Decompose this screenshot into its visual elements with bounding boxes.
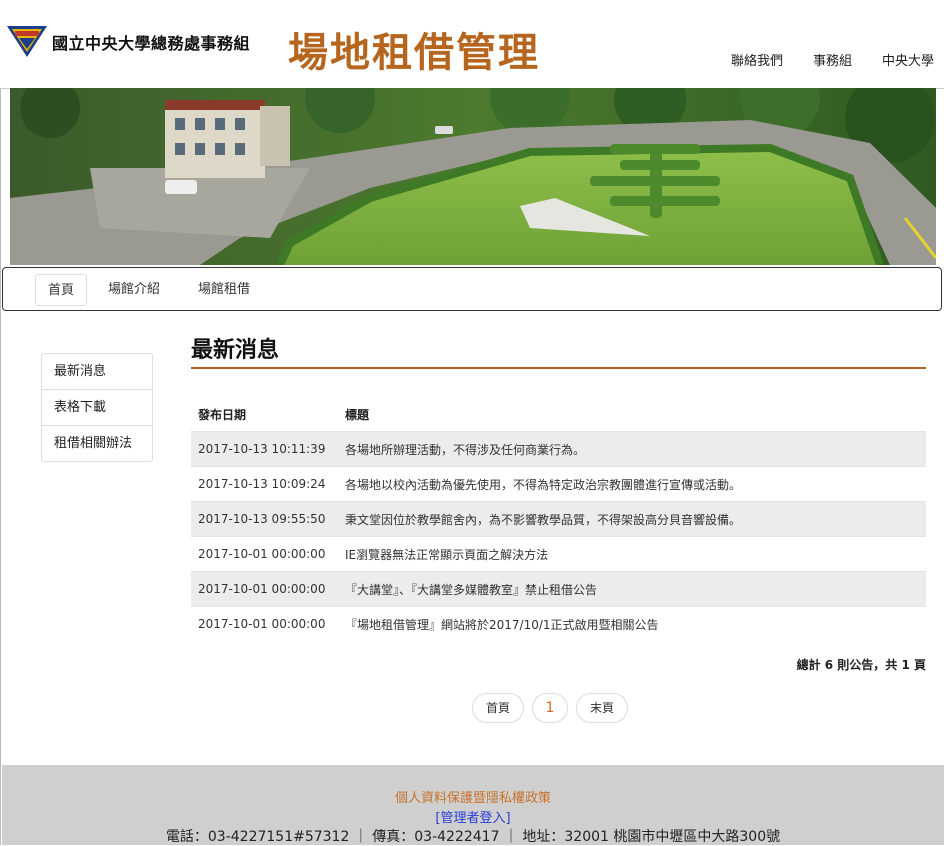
campus-banner-image: [10, 88, 936, 265]
table-row[interactable]: 2017-10-13 10:09:24 各場地以校內活動為優先使用，不得為特定政…: [191, 466, 926, 502]
row-date: 2017-10-13 09:55:50: [191, 501, 345, 537]
nav-venue-rental[interactable]: 場館租借: [198, 274, 250, 306]
privacy-policy-link[interactable]: 個人資料保護暨隱私權政策: [2, 787, 944, 806]
site-title[interactable]: 場地租借管理: [288, 33, 540, 73]
row-date: 2017-10-13 10:09:24: [191, 466, 345, 502]
page-1-button[interactable]: 1: [532, 693, 569, 723]
nav-home[interactable]: 首頁: [35, 274, 88, 306]
row-date: 2017-10-13 10:11:39: [191, 431, 345, 467]
sidebar-item-rental-rules[interactable]: 租借相關辦法: [42, 426, 152, 461]
ncu-link[interactable]: 中央大學: [882, 50, 934, 69]
row-title-link[interactable]: 各場地所辦理活動，不得涉及任何商業行為。: [345, 431, 926, 467]
row-title-link[interactable]: 『大講堂』、『大講堂多媒體教室』禁止租借公告: [345, 571, 926, 607]
first-page-button[interactable]: 首頁: [472, 693, 525, 723]
row-title-link[interactable]: IE瀏覽器無法正常顯示頁面之解決方法: [345, 536, 926, 572]
pagination: 首頁 1 末頁: [472, 693, 629, 723]
table-row[interactable]: 2017-10-13 09:55:50 秉文堂因位於教學館舍內，為不影響教學品質…: [191, 501, 926, 537]
university-logo[interactable]: [6, 24, 48, 58]
column-header-date: 發布日期: [198, 407, 247, 422]
row-date: 2017-10-01 00:00:00: [191, 606, 345, 641]
announcement-summary: 總計 6 則公告，共 1 頁: [796, 658, 926, 672]
top-links: 聯絡我們 事務組 中央大學: [731, 50, 934, 69]
table-header-row: 發布日期 標題: [191, 397, 926, 432]
news-table: 發布日期 標題 2017-10-13 10:11:39 各場地所辦理活動，不得涉…: [191, 397, 926, 641]
contact-info: 電話：03-4227151#57312 ｜ 傳真：03-4222417 ｜ 地址…: [165, 829, 781, 845]
table-row[interactable]: 2017-10-01 00:00:00 『大講堂』、『大講堂多媒體教室』禁止租借…: [191, 571, 926, 607]
admin-login-link[interactable]: [管理者登入]: [2, 807, 944, 826]
row-title-link[interactable]: 秉文堂因位於教學館舍內，為不影響教學品質，不得架設高分貝音響設備。: [345, 501, 926, 537]
last-page-button[interactable]: 末頁: [576, 693, 629, 723]
row-date: 2017-10-01 00:00:00: [191, 536, 345, 572]
side-menu: 最新消息 表格下載 租借相關辦法: [41, 353, 153, 462]
contact-us-link[interactable]: 聯絡我們: [731, 50, 783, 69]
table-row[interactable]: 2017-10-01 00:00:00 IE瀏覽器無法正常顯示頁面之解決方法: [191, 536, 926, 572]
page-title: 最新消息: [191, 338, 280, 363]
table-row[interactable]: 2017-10-01 00:00:00 『場地租借管理』網站將於2017/10/…: [191, 606, 926, 641]
sidebar-item-form-download[interactable]: 表格下載: [42, 390, 152, 426]
row-title-link[interactable]: 『場地租借管理』網站將於2017/10/1正式啟用暨相關公告: [345, 606, 926, 641]
site-header: 國立中央大學總務處事務組 場地租借管理 聯絡我們 事務組 中央大學: [0, 0, 944, 89]
main-navbar: 首頁 場館介紹 場館租借: [2, 267, 942, 311]
table-row[interactable]: 2017-10-13 10:11:39 各場地所辦理活動，不得涉及任何商業行為。: [191, 431, 926, 467]
affairs-section-link[interactable]: 事務組: [813, 50, 852, 69]
column-header-title: 標題: [345, 407, 370, 422]
org-name[interactable]: 國立中央大學總務處事務組: [52, 30, 250, 54]
row-title-link[interactable]: 各場地以校內活動為優先使用，不得為特定政治宗教團體進行宣傳或活動。: [345, 466, 926, 502]
row-date: 2017-10-01 00:00:00: [191, 571, 345, 607]
sidebar-item-latest-news[interactable]: 最新消息: [42, 354, 152, 390]
site-footer: 個人資料保護暨隱私權政策 [管理者登入] 電話：03-4227151#57312…: [2, 765, 944, 845]
title-divider: [191, 367, 926, 369]
nav-venue-intro[interactable]: 場館介紹: [108, 274, 160, 306]
